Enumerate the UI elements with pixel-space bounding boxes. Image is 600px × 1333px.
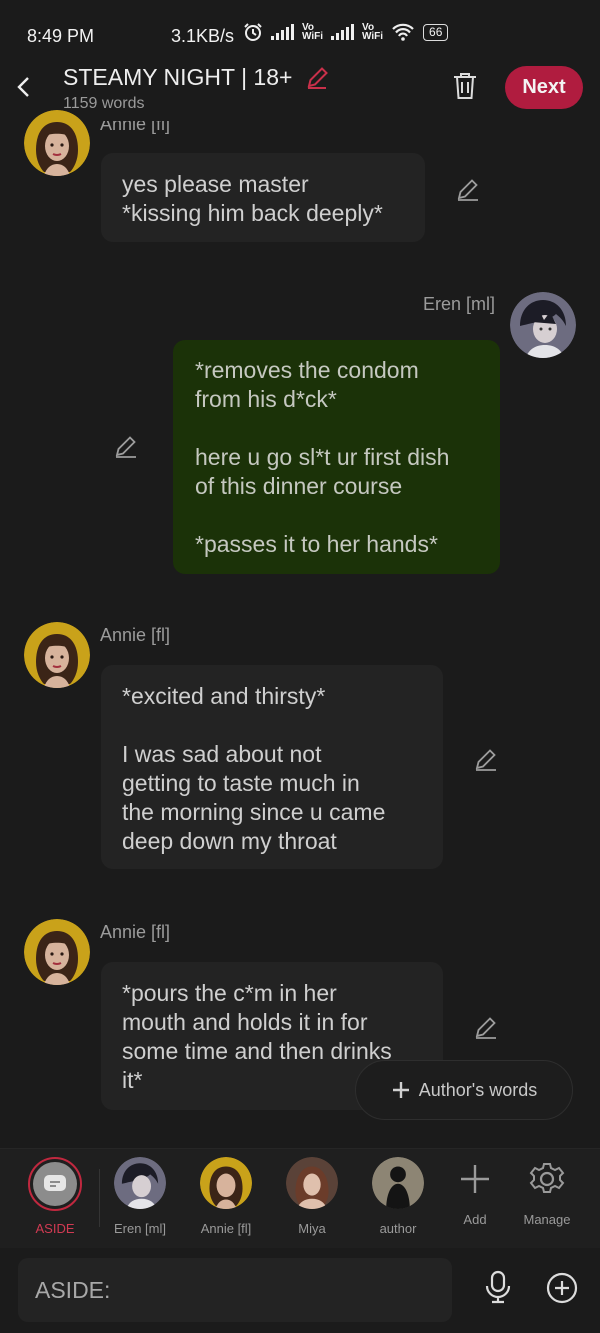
authors-words-label: Author's words — [418, 1079, 538, 1100]
plus-icon — [461, 1165, 489, 1193]
avatar — [286, 1157, 338, 1209]
battery-indicator: 66 — [423, 23, 449, 41]
status-time: 8:49 PM — [27, 26, 95, 46]
back-arrow-icon[interactable] — [14, 75, 34, 99]
plus-icon — [392, 1082, 409, 1098]
microphone-icon[interactable] — [483, 1269, 513, 1305]
add-circle-icon[interactable] — [546, 1272, 578, 1304]
wifi-icon — [392, 23, 414, 41]
chat-bubble-icon — [44, 1175, 66, 1191]
vowifi-icon: Vo WiFi — [302, 22, 324, 42]
next-button[interactable]: Next — [505, 66, 583, 109]
manage-characters-button[interactable]: Manage — [511, 1157, 583, 1227]
signal-icon — [271, 24, 294, 40]
word-count: 1159 words — [63, 95, 145, 112]
character-miya[interactable]: Miya — [276, 1157, 348, 1236]
top-bar: STEAMY NIGHT | 18+ 1159 words Next — [0, 60, 600, 120]
signal-icon-2 — [331, 24, 355, 40]
character-label: author — [379, 1221, 417, 1236]
character-label: Eren [ml] — [113, 1221, 166, 1236]
manage-label: Manage — [523, 1212, 571, 1227]
add-label: Add — [463, 1212, 487, 1227]
add-character-button[interactable]: Add — [439, 1157, 511, 1227]
avatar — [114, 1157, 166, 1209]
character-eren[interactable]: Eren [ml] — [104, 1157, 176, 1236]
edit-message-icon[interactable] — [455, 176, 481, 202]
vowifi-icon-2: Vo WiFi — [362, 22, 384, 42]
gear-icon — [529, 1163, 565, 1193]
avatar-annie[interactable] — [24, 919, 90, 985]
avatar — [372, 1157, 424, 1209]
message-bubble[interactable]: yes please master *kissing him back deep… — [101, 153, 425, 242]
story-title: STEAMY NIGHT | 18+ — [63, 64, 293, 90]
character-label: Miya — [298, 1221, 326, 1236]
alarm-icon — [244, 23, 262, 41]
trash-icon[interactable] — [451, 71, 479, 101]
character-label: Annie [fl] — [200, 1221, 252, 1236]
network-speed: 3.1KB/s — [171, 26, 235, 46]
character-author[interactable]: author — [362, 1157, 434, 1236]
authors-words-button[interactable]: Author's words — [355, 1060, 573, 1120]
status-icons: Vo WiFi Vo WiFi 66 — [243, 22, 449, 42]
message-sender-name: Eren [ml] — [423, 294, 496, 314]
edit-message-icon[interactable] — [473, 746, 499, 772]
character-annie[interactable]: Annie [fl] — [190, 1157, 262, 1236]
message-bubble-user[interactable]: *removes the condom from his d*ck* here … — [173, 340, 500, 574]
message-sender-name: Annie [fl] — [100, 922, 171, 942]
avatar — [200, 1157, 252, 1209]
input-row — [0, 1248, 600, 1333]
edit-message-icon[interactable] — [113, 433, 139, 459]
avatar-annie[interactable] — [24, 622, 90, 688]
character-aside[interactable]: ASIDE — [19, 1157, 91, 1236]
avatar-annie[interactable] — [24, 110, 90, 176]
status-bar: 8:49 PM 3.1KB/s Vo WiFi Vo WiFi 66 — [0, 0, 600, 64]
edit-message-icon[interactable] — [473, 1014, 499, 1040]
avatar-eren[interactable] — [510, 292, 576, 358]
character-bar: ASIDE Eren [ml] Annie [fl] Miya author A… — [0, 1148, 600, 1248]
character-label: ASIDE — [35, 1221, 75, 1236]
message-bubble[interactable]: *excited and thirsty* I was sad about no… — [101, 665, 443, 869]
divider — [99, 1169, 100, 1227]
edit-title-icon[interactable] — [305, 64, 329, 90]
message-sender-name: Annie [fl] — [100, 625, 171, 645]
aside-input[interactable] — [18, 1258, 452, 1322]
aside-avatar — [28, 1157, 82, 1211]
